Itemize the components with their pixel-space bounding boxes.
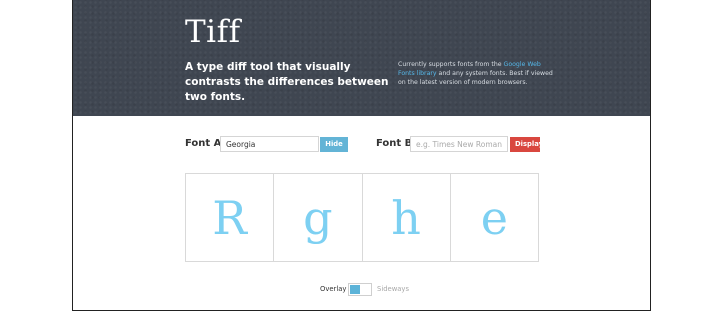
view-mode-toggle[interactable] — [348, 283, 372, 296]
font-a-input[interactable] — [220, 136, 319, 152]
font-a-label: Font A — [185, 138, 222, 149]
glyph-r: R — [212, 190, 247, 245]
font-b-input[interactable] — [410, 136, 508, 152]
font-form: Font A Hide Font B Display — [73, 136, 650, 156]
hide-button[interactable]: Hide — [320, 137, 348, 152]
glyph-g: g — [303, 190, 333, 245]
support-note-text-start: Currently supports fonts from the — [398, 61, 504, 68]
view-mode-switch: Overlay Sideways — [73, 283, 650, 297]
overlay-label[interactable]: Overlay — [320, 285, 346, 293]
support-note: Currently supports fonts from the Google… — [398, 60, 558, 87]
toggle-knob — [350, 285, 360, 294]
display-button[interactable]: Display — [510, 137, 543, 152]
sideways-label[interactable]: Sideways — [377, 285, 409, 293]
glyph-cell: h — [363, 174, 451, 261]
glyph-comparison-grid: R g h e — [185, 173, 539, 262]
hero-banner: Tiff A type diff tool that visually cont… — [73, 0, 650, 116]
glyph-h: h — [391, 190, 421, 245]
glyph-cell: e — [451, 174, 538, 261]
app-title: Tiff — [185, 14, 241, 50]
glyph-cell: R — [186, 174, 275, 261]
glyph-cell: g — [274, 174, 363, 261]
app-frame: Tiff A type diff tool that visually cont… — [72, 0, 651, 311]
glyph-e: e — [480, 190, 508, 245]
tagline: A type diff tool that visually contrasts… — [185, 61, 389, 103]
font-b-label: Font B — [376, 138, 413, 149]
